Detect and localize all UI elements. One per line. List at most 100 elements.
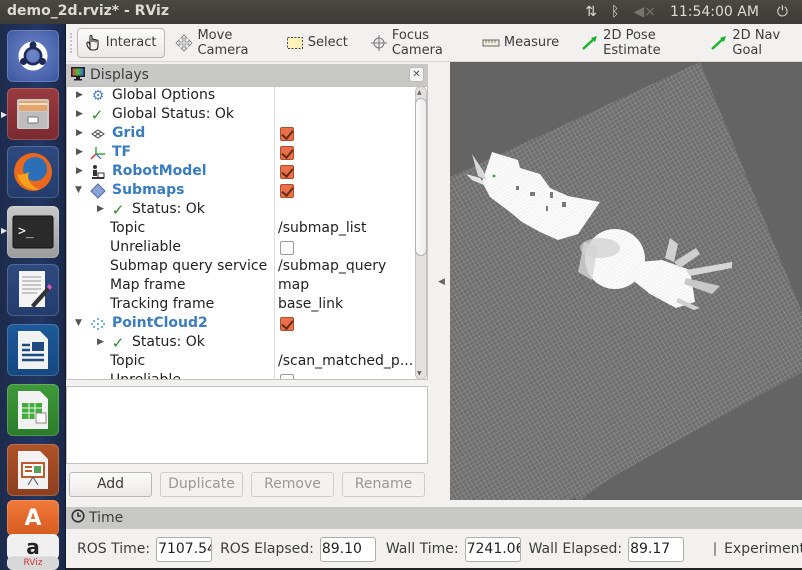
unreliable-checkbox[interactable]: [280, 241, 294, 255]
experimental-checkbox[interactable]: [714, 542, 717, 556]
tree-row-robotmodel[interactable]: ▶ RobotModel: [67, 163, 412, 182]
launcher-libreoffice-writer[interactable]: [7, 324, 59, 376]
tool-move-camera[interactable]: Move Camera: [169, 28, 269, 58]
volume-muted-icon[interactable]: ◀×: [633, 4, 656, 20]
tree-row-submaps-unreliable[interactable]: Unreliable: [67, 239, 412, 258]
monitor-icon: [70, 66, 86, 85]
tree-row-tf[interactable]: ▶ TF: [67, 144, 412, 163]
tree-row-submaps-status[interactable]: ▶ ✓ Status: Ok: [67, 201, 412, 220]
software-center-icon: A: [24, 505, 42, 531]
tree-row-pointcloud2-unreliable[interactable]: Unreliable: [67, 372, 412, 379]
tree-row-global-status[interactable]: ▶ ✓ Global Status: Ok: [67, 106, 412, 125]
expand-arrow-icon[interactable]: ▶: [76, 128, 83, 138]
enabled-checkbox[interactable]: [280, 146, 294, 160]
launcher: ▶ ▶ >_ A a RViz: [0, 24, 66, 570]
tool-2d-pose-estimate[interactable]: 2D Pose Estimate: [575, 28, 694, 58]
tool-2d-nav-goal[interactable]: 2D Nav Goal: [704, 28, 798, 58]
launcher-firefox[interactable]: [7, 146, 59, 198]
row-label: TF: [112, 144, 132, 160]
wall-time-label: Wall Time:: [385, 541, 459, 557]
launcher-software-center[interactable]: A: [7, 500, 59, 536]
launcher-terminal[interactable]: >_: [7, 206, 59, 258]
tool-select[interactable]: Select: [280, 28, 354, 58]
robot-icon: [90, 164, 106, 180]
row-value[interactable]: /submap_query: [278, 258, 386, 274]
select-rect-icon: [286, 34, 304, 52]
tree-row-pointcloud2-topic[interactable]: Topic /scan_matched_p...: [67, 353, 413, 372]
ros-elapsed-field[interactable]: [319, 536, 376, 562]
toolbar-grip[interactable]: [70, 32, 77, 53]
row-value[interactable]: /scan_matched_p...: [278, 353, 413, 369]
tool-measure[interactable]: Measure: [476, 28, 565, 58]
expand-arrow-icon[interactable]: ▶: [97, 204, 104, 214]
expand-arrow-icon[interactable]: ▶: [76, 166, 83, 176]
row-value[interactable]: base_link: [278, 296, 343, 312]
top-panel: demo_2d.rviz* - RViz ⇅ ᛒ ◀× 11:54:00 AM …: [0, 0, 802, 24]
scroll-up-icon[interactable]: ▲: [417, 89, 422, 96]
checkmark-icon: ✓: [111, 201, 125, 219]
row-value[interactable]: map: [278, 277, 309, 293]
enabled-checkbox[interactable]: [280, 165, 294, 179]
tree-row-submaps-topic[interactable]: Topic /submap_list: [67, 220, 412, 239]
expand-arrow-icon[interactable]: ▶: [76, 90, 83, 100]
tree-row-pointcloud2-status[interactable]: ▶ ✓ Status: Ok: [67, 334, 412, 353]
wall-time-field[interactable]: [464, 536, 521, 562]
launcher-text-editor[interactable]: [7, 264, 59, 316]
enabled-checkbox[interactable]: [280, 127, 294, 141]
collapse-panel-arrow-icon[interactable]: ◀: [438, 277, 445, 287]
expand-arrow-icon[interactable]: ▶: [97, 337, 104, 347]
row-value[interactable]: /submap_list: [278, 220, 366, 236]
launcher-libreoffice-impress[interactable]: [7, 444, 59, 496]
robot-marker: [492, 174, 496, 178]
expand-arrow-icon[interactable]: ▶: [76, 109, 83, 119]
scrollbar-thumb[interactable]: [415, 98, 427, 256]
clock[interactable]: 11:54:00 AM: [670, 4, 759, 20]
row-label: Global Status: Ok: [112, 106, 235, 122]
network-updown-icon[interactable]: ⇅: [585, 4, 597, 20]
row-label: PointCloud2: [112, 315, 208, 331]
gear-icon: ⚙: [91, 88, 105, 104]
remove-button[interactable]: Remove: [251, 472, 334, 497]
expand-arrow-icon[interactable]: ▶: [76, 147, 83, 157]
launcher-rviz[interactable]: RViz: [7, 556, 59, 570]
power-gear-icon[interactable]: ⏻: [777, 4, 788, 20]
unreliable-checkbox[interactable]: [280, 374, 294, 379]
launcher-ubuntu-dash[interactable]: [7, 30, 59, 82]
add-button[interactable]: Add: [69, 472, 152, 497]
render-view[interactable]: [450, 62, 802, 500]
duplicate-button[interactable]: Duplicate: [160, 472, 243, 497]
ros-time-field[interactable]: [156, 536, 213, 562]
tool-label: 2D Pose Estimate: [603, 27, 661, 58]
tree-row-pointcloud2[interactable]: ▼ PointCloud2: [67, 315, 412, 334]
tree-row-submap-query-service[interactable]: Submap query service /submap_query: [67, 258, 412, 277]
calc-icon: [18, 391, 48, 429]
enabled-checkbox[interactable]: [280, 317, 294, 331]
bluetooth-icon[interactable]: ᛒ: [611, 4, 619, 20]
firefox-icon: [14, 153, 52, 191]
displays-panel-header: Displays ✕: [66, 64, 428, 86]
tree-row-grid[interactable]: ▶ Grid: [67, 125, 412, 144]
move-camera-icon: [175, 33, 194, 52]
launcher-libreoffice-calc[interactable]: [7, 384, 59, 436]
hand-pointer-icon: [84, 34, 102, 52]
tree-row-tracking-frame[interactable]: Tracking frame base_link: [67, 296, 412, 315]
rename-button[interactable]: Rename: [342, 472, 425, 497]
tree-row-map-frame[interactable]: Map frame map: [67, 277, 412, 296]
wall-elapsed-label: Wall Elapsed:: [528, 541, 623, 557]
tree-row-submaps[interactable]: ▼ Submaps: [67, 182, 412, 201]
tool-focus-camera[interactable]: Focus Camera: [364, 28, 466, 58]
tree-row-global-options[interactable]: ▶ ⚙ Global Options: [67, 87, 412, 106]
close-panel-button[interactable]: ✕: [409, 67, 424, 82]
enabled-checkbox[interactable]: [280, 184, 294, 198]
tool-label: Focus Camera: [391, 27, 443, 58]
launcher-files[interactable]: [7, 88, 59, 140]
collapse-arrow-icon[interactable]: ▼: [75, 185, 82, 195]
checkmark-icon: ✓: [90, 106, 104, 124]
collapse-arrow-icon[interactable]: ▼: [75, 318, 82, 328]
wall-elapsed-field[interactable]: [628, 536, 685, 562]
scroll-down-icon[interactable]: ▼: [417, 370, 422, 377]
tool-interact[interactable]: Interact: [76, 27, 166, 58]
terminal-icon: >_: [12, 215, 54, 249]
checkmark-icon: ✓: [111, 334, 125, 352]
displays-scrollbar[interactable]: ▲ ▼: [414, 86, 428, 380]
